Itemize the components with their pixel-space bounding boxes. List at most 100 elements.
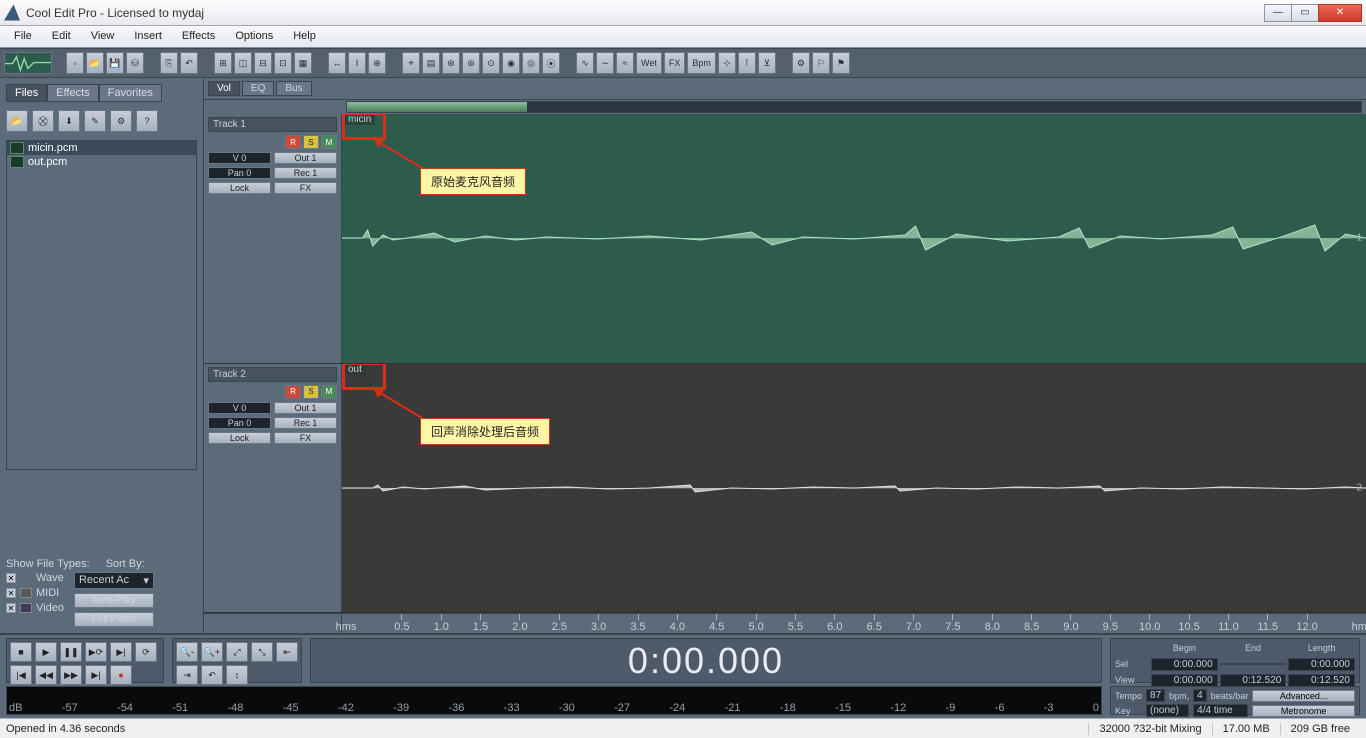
snap6-icon[interactable]: ◎	[522, 52, 540, 74]
opt-c-icon[interactable]: ⚑	[832, 52, 850, 74]
files-tab-favorites[interactable]: Favorites	[99, 84, 162, 102]
track-title[interactable]: Track 1	[208, 117, 337, 132]
files-close-icon[interactable]: ⛒	[32, 110, 54, 132]
file-list[interactable]: micin.pcm out.pcm	[6, 140, 197, 470]
tempo-value[interactable]: 87	[1146, 689, 1165, 702]
tool-b-icon[interactable]: ◫	[234, 52, 252, 74]
rewind-button[interactable]: ◀◀	[35, 665, 57, 685]
record-arm-button[interactable]: R	[285, 385, 301, 399]
stop-button[interactable]: ■	[10, 642, 32, 662]
beats-value[interactable]: 4	[1193, 689, 1207, 702]
play-loop-button[interactable]: ▶⟳	[85, 642, 107, 662]
file-item[interactable]: micin.pcm	[7, 141, 196, 155]
filetype-wave[interactable]: ✕Wave	[6, 572, 64, 584]
snap5-icon[interactable]: ◉	[502, 52, 520, 74]
rec-field[interactable]: Rec 1	[274, 417, 337, 429]
bpm-toggle[interactable]: Bpm	[687, 52, 716, 74]
opt-b-icon[interactable]: ⚐	[812, 52, 830, 74]
snap4-icon[interactable]: ⊙	[482, 52, 500, 74]
sel-begin[interactable]: 0:00.000	[1151, 658, 1218, 671]
pan-field[interactable]: Pan 0	[208, 167, 271, 179]
lock-button[interactable]: Lock	[208, 432, 271, 444]
env-d-icon[interactable]: ⊹	[718, 52, 736, 74]
metronome-button[interactable]: Metronome	[1252, 705, 1355, 717]
files-help-icon[interactable]: ?	[136, 110, 158, 132]
env-f-icon[interactable]: ⊻	[758, 52, 776, 74]
filetype-midi[interactable]: ✕MIDI	[6, 587, 64, 599]
file-item[interactable]: out.pcm	[7, 155, 196, 169]
track-lane[interactable]: micin 1 原始麦克风音频	[342, 114, 1366, 363]
save-all-icon[interactable]: ⛁	[126, 52, 144, 74]
sel-length[interactable]: 0:00.000	[1288, 658, 1355, 671]
mute-button[interactable]: M	[321, 385, 337, 399]
view-begin[interactable]: 0:00.000	[1151, 674, 1218, 687]
menu-options[interactable]: Options	[225, 26, 283, 47]
pause-button[interactable]: ❚❚	[60, 642, 82, 662]
record-button[interactable]: ●	[110, 665, 132, 685]
timeline-scrollbar[interactable]	[346, 101, 1362, 113]
zoom-v-icon[interactable]: ↕	[226, 665, 248, 685]
view-length[interactable]: 0:12.520	[1288, 674, 1355, 687]
env-e-icon[interactable]: ⊺	[738, 52, 756, 74]
files-tab-effects[interactable]: Effects	[47, 84, 98, 102]
sel-end[interactable]	[1220, 663, 1287, 665]
files-open-icon[interactable]: 📂	[6, 110, 28, 132]
time-sig-value[interactable]: 4/4 time	[1193, 704, 1248, 717]
new-file-icon[interactable]: ▫	[66, 52, 84, 74]
env-b-icon[interactable]: ∼	[596, 52, 614, 74]
volume-field[interactable]: V 0	[208, 152, 271, 164]
menu-effects[interactable]: Effects	[172, 26, 225, 47]
wet-toggle[interactable]: Wet	[636, 52, 662, 74]
output-field[interactable]: Out 1	[274, 402, 337, 414]
mix-tab-eq[interactable]: EQ	[242, 81, 274, 96]
zoom-full-icon[interactable]: ⤢	[226, 642, 248, 662]
menu-help[interactable]: Help	[283, 26, 326, 47]
track-title[interactable]: Track 2	[208, 367, 337, 382]
snap-icon[interactable]: ⌖	[402, 52, 420, 74]
play-to-end-button[interactable]: ▶|	[110, 642, 132, 662]
pan-field[interactable]: Pan 0	[208, 417, 271, 429]
copy-icon[interactable]: ⎘	[160, 52, 178, 74]
zoom-in-right-icon[interactable]: ⇥	[176, 665, 198, 685]
snap3-icon[interactable]: ⊚	[462, 52, 480, 74]
tool-d-icon[interactable]: ⊡	[274, 52, 292, 74]
opt-a-icon[interactable]: ⚙	[792, 52, 810, 74]
ffwd-button[interactable]: ▶▶	[60, 665, 82, 685]
menu-insert[interactable]: Insert	[124, 26, 172, 47]
lock-button[interactable]: Lock	[208, 182, 271, 194]
fx-toggle[interactable]: FX	[664, 52, 686, 74]
select-tool-icon[interactable]: I	[348, 52, 366, 74]
output-field[interactable]: Out 1	[274, 152, 337, 164]
filetype-video[interactable]: ✕Video	[6, 602, 64, 614]
mix-tab-bus[interactable]: Bus	[276, 81, 311, 96]
tool-c-icon[interactable]: ⊟	[254, 52, 272, 74]
files-tab-files[interactable]: Files	[6, 84, 47, 102]
move-tool-icon[interactable]: ↔	[328, 52, 346, 74]
menu-edit[interactable]: Edit	[42, 26, 81, 47]
edit-view-toggle[interactable]	[4, 52, 52, 74]
minimize-button[interactable]: —	[1264, 4, 1292, 22]
mute-button[interactable]: M	[321, 135, 337, 149]
fx-button[interactable]: FX	[274, 432, 337, 444]
zoom-prev-icon[interactable]: ↶	[201, 665, 223, 685]
fx-button[interactable]: FX	[274, 182, 337, 194]
go-start-button[interactable]: |◀	[10, 665, 32, 685]
undo-icon[interactable]: ↶	[180, 52, 198, 74]
sort-select[interactable]: Recent Ac▾	[74, 572, 154, 589]
advanced-button[interactable]: Advanced...	[1252, 690, 1355, 702]
scrollbar-thumb[interactable]	[347, 102, 527, 112]
autoplay-button[interactable]: Auto-Play	[74, 593, 154, 608]
menu-view[interactable]: View	[81, 26, 125, 47]
files-insert-icon[interactable]: ⬇	[58, 110, 80, 132]
zoom-in-icon[interactable]: 🔍+	[201, 642, 223, 662]
key-value[interactable]: (none)	[1146, 704, 1189, 717]
zoom-in-left-icon[interactable]: ⇤	[276, 642, 298, 662]
rec-field[interactable]: Rec 1	[274, 167, 337, 179]
grid-icon[interactable]: ▤	[422, 52, 440, 74]
zoom-sel-icon[interactable]: ⤡	[251, 642, 273, 662]
track-lane[interactable]: out 2 回声消除处理后音频	[342, 364, 1366, 613]
mix-tab-vol[interactable]: Vol	[208, 81, 240, 96]
env-c-icon[interactable]: ≈	[616, 52, 634, 74]
open-file-icon[interactable]: 📂	[86, 52, 104, 74]
tool-a-icon[interactable]: ⊞	[214, 52, 232, 74]
